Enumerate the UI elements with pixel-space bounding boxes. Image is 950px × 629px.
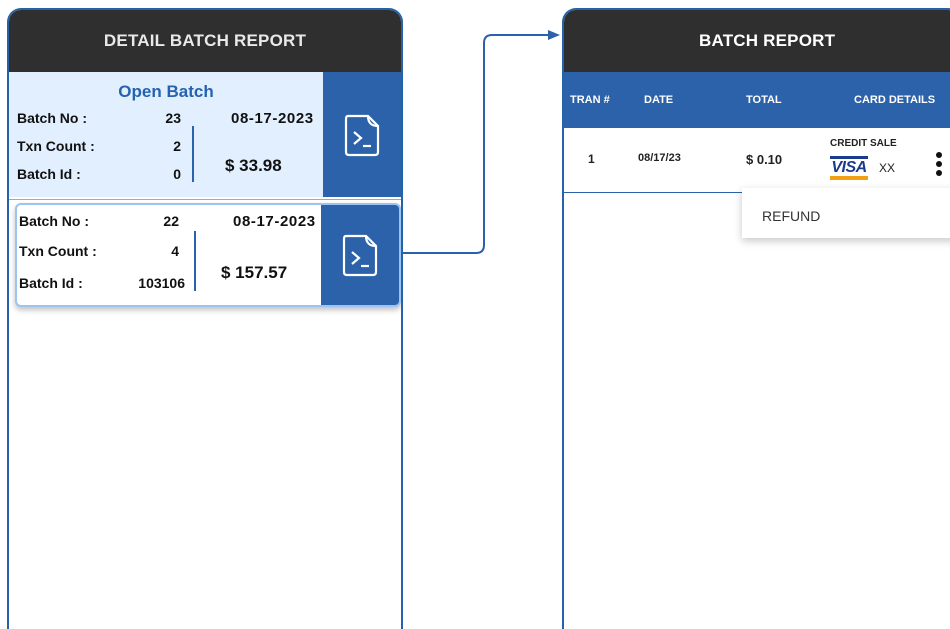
batch-amount: $ 33.98 [225, 156, 282, 175]
batch-id-label: Batch Id : [17, 166, 81, 182]
batch-no-label: Batch No : [19, 213, 89, 229]
batch-no-label: Batch No : [17, 110, 87, 126]
batch-amount: $ 157.57 [221, 263, 288, 282]
refund-menu-item[interactable]: REFUND [762, 208, 820, 224]
tran-total: $ 0.10 [746, 152, 783, 167]
txn-count-value: 2 [173, 138, 181, 154]
separator-line [194, 231, 196, 291]
card-divider [9, 199, 401, 200]
card-last-digits: XX [879, 161, 896, 175]
txn-count-label: Txn Count : [19, 243, 97, 259]
open-batch-card[interactable]: Open Batch Batch No : 23 Txn Count : 2 B… [9, 72, 401, 197]
screen-title: DETAIL BATCH REPORT [103, 31, 307, 50]
detail-batch-report-screen: DETAIL BATCH REPORT Open Batch Batch No … [7, 8, 403, 629]
more-options-icon[interactable] [934, 152, 944, 180]
batch-no-value: 23 [165, 110, 181, 126]
header-bar: DETAIL BATCH REPORT [9, 10, 401, 72]
table-header: TRAN # DATE TOTAL CARD DETAILS [564, 72, 950, 128]
batch-date: 08-17-2023 [231, 110, 314, 127]
tran-date: 08/17/23 [638, 152, 681, 164]
card-brand: VISA [831, 158, 867, 176]
batch-no-value: 22 [163, 213, 179, 229]
txn-count-label: Txn Count : [17, 138, 95, 154]
terminal-document-icon [344, 114, 380, 156]
col-total: TOTAL [746, 94, 782, 106]
header-bar: BATCH REPORT [564, 10, 950, 72]
txn-count-value: 4 [171, 243, 179, 259]
visa-card-icon: VISA [830, 156, 868, 180]
col-card-details: CARD DETAILS [854, 94, 936, 106]
terminal-document-icon [342, 234, 378, 277]
row-action-menu: REFUND [742, 188, 950, 238]
sale-type: CREDIT SALE [830, 138, 897, 149]
separator-line [192, 126, 194, 182]
table-row[interactable]: 1 08/17/23 $ 0.10 CREDIT SALE VISA XX [564, 128, 950, 193]
closed-batch-report-button[interactable] [321, 205, 399, 305]
batch-id-label: Batch Id : [19, 275, 83, 291]
col-date: DATE [644, 94, 674, 106]
open-batch-heading: Open Batch [118, 82, 214, 101]
open-batch-report-button[interactable] [323, 72, 401, 197]
batch-date: 08-17-2023 [233, 213, 316, 230]
batch-id-value: 103106 [138, 275, 185, 291]
col-tran: TRAN # [570, 94, 610, 106]
tran-number: 1 [588, 152, 595, 166]
batch-report-screen: BATCH REPORT TRAN # DATE TOTAL CARD DETA… [562, 8, 950, 629]
closed-batch-card[interactable]: Batch No : 22 Txn Count : 4 Batch Id : 1… [15, 203, 401, 307]
batch-id-value: 0 [173, 166, 181, 182]
screen-title: BATCH REPORT [699, 31, 836, 50]
